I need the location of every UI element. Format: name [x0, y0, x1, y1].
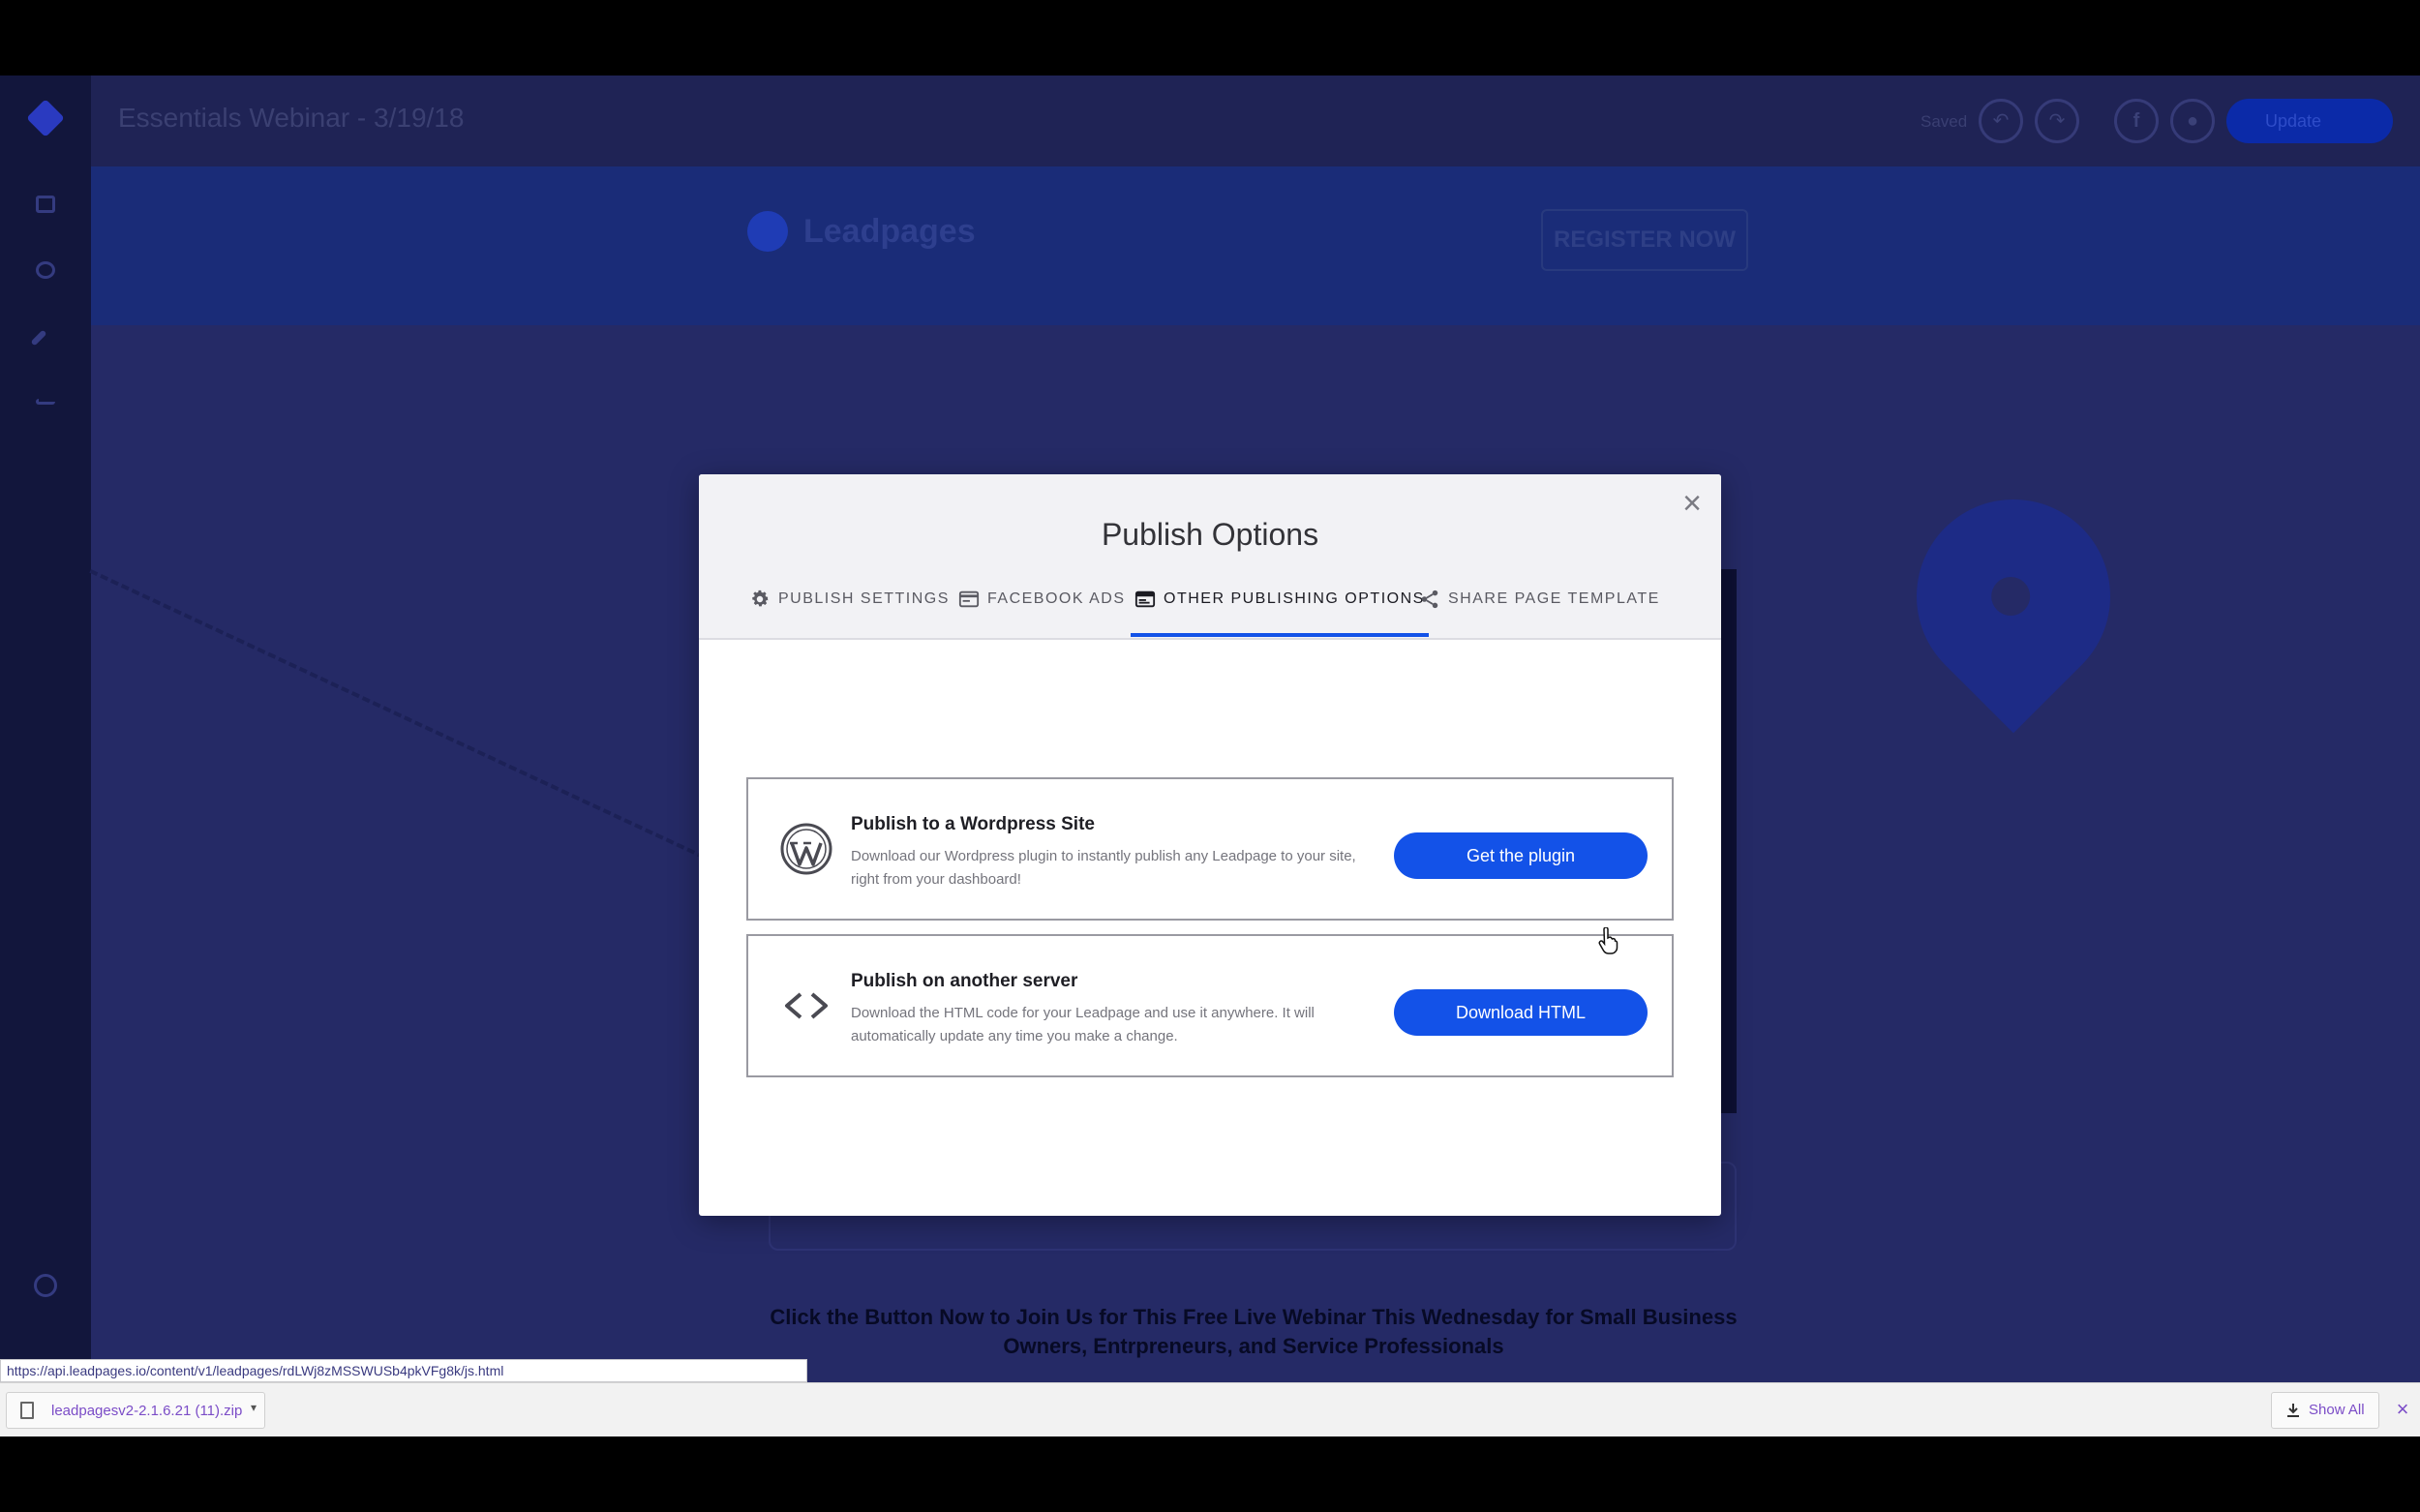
brand-name: Leadpages	[803, 213, 976, 250]
page-preview-header: Leadpages REGISTER NOW	[91, 166, 2420, 325]
download-icon	[2287, 1404, 2299, 1417]
update-button[interactable]: Update	[2226, 99, 2393, 143]
tab-label: PUBLISH SETTINGS	[778, 590, 950, 607]
hand-cursor-icon	[1598, 927, 1618, 954]
analytics-icon[interactable]	[36, 399, 55, 405]
option-title: Publish to a Wordpress Site	[851, 814, 1095, 834]
register-now-button: REGISTER NOW	[1541, 209, 1748, 271]
letterbox-bottom	[0, 1436, 2420, 1512]
close-icon[interactable]: ×	[1675, 486, 1709, 521]
page-name[interactable]: Essentials Webinar - 3/19/18	[118, 103, 464, 134]
tab-share-page-template[interactable]: SHARE PAGE TEMPLATE	[1419, 589, 1660, 637]
download-bar: leadpagesv2-2.1.6.21 (11).zip ▾ Show All…	[0, 1382, 2420, 1436]
facebook-icon[interactable]: f	[2114, 99, 2159, 143]
editor-topbar: Essentials Webinar - 3/19/18 Saved ↶ ↷ f…	[91, 76, 2420, 166]
show-all-label: Show All	[2309, 1402, 2365, 1418]
dashboard-icon[interactable]	[36, 196, 55, 213]
redo-icon[interactable]: ↷	[2035, 99, 2079, 143]
download-filename: leadpagesv2-2.1.6.21 (11).zip	[51, 1403, 243, 1419]
option-description: Download our Wordpress plugin to instant…	[851, 848, 1356, 888]
undo-icon[interactable]: ↶	[1979, 99, 2023, 143]
wordpress-icon	[780, 823, 832, 875]
download-html-button[interactable]: Download HTML	[1394, 989, 1648, 1036]
option-description: Download the HTML code for your Leadpage…	[851, 1005, 1315, 1044]
wordpress-option-card: Publish to a Wordpress Site Download our…	[746, 777, 1674, 921]
get-plugin-button[interactable]: Get the plugin	[1394, 832, 1648, 879]
left-rail	[0, 76, 91, 1382]
cta-text: Click the Button Now to Join Us for This…	[770, 1305, 1738, 1358]
download-item[interactable]: leadpagesv2-2.1.6.21 (11).zip ▾	[6, 1392, 265, 1429]
pencil-icon[interactable]	[30, 329, 47, 347]
preview-eye-icon[interactable]: ●	[2170, 99, 2215, 143]
editor-app: Essentials Webinar - 3/19/18 Saved ↶ ↷ f…	[0, 76, 2420, 1382]
code-icon	[785, 992, 828, 1019]
status-url: https://api.leadpages.io/content/v1/lead…	[0, 1359, 807, 1382]
close-icon[interactable]: ×	[2391, 1395, 2414, 1424]
ad-card-icon	[958, 590, 980, 608]
leadpages-logo-icon[interactable]	[26, 99, 65, 137]
map-pin-icon	[1876, 459, 2151, 734]
share-icon	[1421, 590, 1438, 609]
tab-label: FACEBOOK ADS	[987, 590, 1126, 607]
tab-publish-settings[interactable]: PUBLISH SETTINGS	[749, 589, 950, 637]
another-server-option-card: Publish on another server Download the H…	[746, 934, 1674, 1077]
help-icon[interactable]	[34, 1274, 57, 1297]
tab-label: SHARE PAGE TEMPLATE	[1448, 590, 1660, 607]
tab-other-publishing-options[interactable]: OTHER PUBLISHING OPTIONS	[1131, 589, 1429, 637]
file-icon	[20, 1402, 34, 1419]
option-title: Publish on another server	[851, 971, 1078, 991]
gear-icon	[752, 590, 769, 607]
show-all-button[interactable]: Show All	[2271, 1392, 2379, 1429]
browser-window-icon	[1134, 590, 1156, 608]
modal-header: × Publish Options PUBLISH SETTINGS FACEB…	[699, 474, 1721, 640]
caret-down-icon[interactable]: ▾	[251, 1401, 257, 1414]
tab-facebook-ads[interactable]: FACEBOOK ADS	[958, 589, 1125, 637]
tab-label: OTHER PUBLISHING OPTIONS	[1164, 590, 1425, 607]
modal-title: Publish Options	[1101, 517, 1319, 552]
layers-icon[interactable]	[36, 261, 55, 279]
brand-logo-icon	[747, 211, 788, 252]
saved-status: Saved	[1921, 112, 1968, 131]
publish-options-modal: × Publish Options PUBLISH SETTINGS FACEB…	[699, 474, 1721, 1216]
preview-edge	[1719, 569, 1737, 1113]
letterbox-top	[0, 0, 2420, 76]
